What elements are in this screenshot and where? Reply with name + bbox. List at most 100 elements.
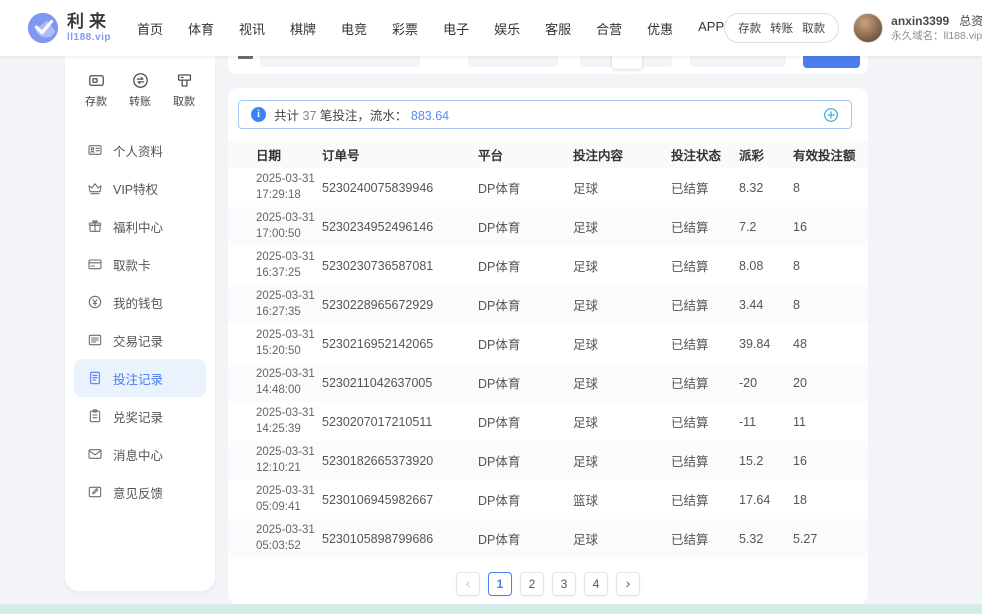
table-row: 2025-03-3105:09:415230106945982667DP体育篮球… — [228, 480, 868, 519]
cell-payout: 8.08 — [739, 259, 793, 273]
sidebar-item-6[interactable]: 投注记录 — [74, 359, 206, 397]
cell-content: 足球 — [573, 295, 671, 314]
col-header-6: 有效投注额 — [793, 145, 856, 164]
pagination-next-button[interactable]: › — [616, 572, 640, 596]
table-row: 2025-03-3114:25:395230207017210511DP体育足球… — [228, 402, 868, 441]
sidebar-item-8[interactable]: 消息中心 — [74, 435, 206, 473]
cell-payout: 17.64 — [739, 493, 793, 507]
table-row: 2025-03-3117:29:185230240075839946DP体育足球… — [228, 168, 868, 207]
nav-item-7[interactable]: 娱乐 — [494, 19, 520, 38]
wallet-pill-item-1[interactable]: 转账 — [770, 20, 793, 36]
sidebar-item-3[interactable]: 取款卡 — [74, 245, 206, 283]
pagination-prev-button[interactable]: ‹ — [456, 572, 480, 596]
sidebar-item-0[interactable]: 个人资料 — [74, 131, 206, 169]
quick-action-0[interactable]: 存款 — [85, 71, 107, 109]
cell-order: 5230216952142065 — [322, 337, 478, 351]
cell-status: 已结算 — [671, 451, 739, 470]
transactions-icon — [87, 332, 103, 348]
cell-platform: DP体育 — [478, 256, 573, 275]
cell-content: 足球 — [573, 256, 671, 275]
sidebar-item-label: 个人资料 — [113, 141, 163, 160]
sidebar-item-7[interactable]: 兑奖记录 — [74, 397, 206, 435]
cell-content: 篮球 — [573, 490, 671, 509]
cell-order: 5230207017210511 — [322, 415, 478, 429]
table-row: 2025-03-3112:10:215230182665373920DP体育足球… — [228, 441, 868, 480]
col-header-1: 订单号 — [322, 145, 478, 164]
sidebar-item-9[interactable]: 意见反馈 — [74, 473, 206, 511]
sidebar-item-5[interactable]: 交易记录 — [74, 321, 206, 359]
cell-valid: 5.27 — [793, 532, 856, 546]
pagination-page-3[interactable]: 3 — [552, 572, 576, 596]
cell-payout: 39.84 — [739, 337, 793, 351]
cell-order: 5230182665373920 — [322, 454, 478, 468]
cell-status: 已结算 — [671, 256, 739, 275]
cell-payout: 3.44 — [739, 298, 793, 312]
sidebar-item-4[interactable]: 我的钱包 — [74, 283, 206, 321]
cell-date: 2025-03-3117:29:18 — [256, 172, 322, 203]
nav-item-2[interactable]: 视讯 — [239, 19, 265, 38]
col-header-0: 日期 — [256, 145, 322, 164]
cell-order: 5230230736587081 — [322, 259, 478, 273]
quick-action-2[interactable]: 取款 — [173, 71, 195, 109]
cell-order: 5230240075839946 — [322, 181, 478, 195]
cell-order: 5230105898799686 — [322, 532, 478, 546]
logo-text: 利来 ll188.vip — [67, 13, 111, 43]
cell-content: 足球 — [573, 412, 671, 431]
col-header-4: 投注状态 — [671, 145, 739, 164]
cell-platform: DP体育 — [478, 529, 573, 548]
user-info: anxin3399总资产：1363.49元 永久域名：ll188.vip | l… — [891, 13, 982, 43]
table-row: 2025-03-3117:00:505230234952496146DP体育足球… — [228, 207, 868, 246]
message-icon — [87, 446, 103, 462]
quick-action-label: 取款 — [173, 93, 195, 109]
cell-valid: 18 — [793, 493, 856, 507]
wallet-pill-item-2[interactable]: 取款 — [802, 20, 825, 36]
cell-content: 足球 — [573, 217, 671, 236]
table-row: 2025-03-3105:03:525230105898799686DP体育足球… — [228, 519, 868, 558]
quick-action-1[interactable]: 转账 — [129, 71, 151, 109]
page: i 共计 37 笔投注，流水： 883.64 日期订单号平台投注内容投注状态派彩… — [0, 0, 982, 614]
sidebar-item-2[interactable]: 福利中心 — [74, 207, 206, 245]
user-line-1: anxin3399总资产：1363.49元 — [891, 13, 982, 29]
withdraw-icon — [175, 71, 194, 90]
nav-item-4[interactable]: 电竞 — [341, 19, 367, 38]
pagination-page-2[interactable]: 2 — [520, 572, 544, 596]
table-row: 2025-03-3115:20:505230216952142065DP体育足球… — [228, 324, 868, 363]
nav-item-10[interactable]: 优惠 — [647, 19, 673, 38]
sidebar-item-label: 交易记录 — [113, 331, 163, 350]
logo-icon — [26, 11, 60, 45]
logo-domain: ll188.vip — [67, 32, 111, 43]
sidebar-item-1[interactable]: VIP特权 — [74, 169, 206, 207]
nav-item-1[interactable]: 体育 — [188, 19, 214, 38]
table-row: 2025-03-3116:27:355230228965672929DP体育足球… — [228, 285, 868, 324]
pagination-page-4[interactable]: 4 — [584, 572, 608, 596]
wallet-pill-item-0[interactable]: 存款 — [738, 20, 761, 36]
id-card-icon — [87, 142, 103, 158]
logo[interactable]: 利来 ll188.vip — [26, 11, 111, 45]
summary-text: 共计 37 笔投注，流水： 883.64 — [274, 105, 449, 124]
nav-item-11[interactable]: APP — [698, 19, 724, 38]
cell-date: 2025-03-3117:00:50 — [256, 211, 322, 242]
cell-payout: 8.32 — [739, 181, 793, 195]
nav-item-5[interactable]: 彩票 — [392, 19, 418, 38]
user-line-2: 永久域名：ll188.vip | ll188.... — [891, 29, 982, 43]
cell-payout: -20 — [739, 376, 793, 390]
cell-platform: DP体育 — [478, 490, 573, 509]
cell-status: 已结算 — [671, 334, 739, 353]
avatar[interactable] — [853, 13, 883, 43]
col-header-5: 派彩 — [739, 145, 793, 164]
nav-item-3[interactable]: 棋牌 — [290, 19, 316, 38]
cell-content: 足球 — [573, 373, 671, 392]
nav-item-6[interactable]: 电子 — [443, 19, 469, 38]
cell-platform: DP体育 — [478, 178, 573, 197]
pagination-page-1[interactable]: 1 — [488, 572, 512, 596]
table-header: 日期订单号平台投注内容投注状态派彩有效投注额 — [228, 140, 868, 168]
nav-item-8[interactable]: 客服 — [545, 19, 571, 38]
cell-valid: 16 — [793, 454, 856, 468]
nav-item-0[interactable]: 首页 — [137, 19, 163, 38]
expand-icon[interactable] — [823, 107, 839, 123]
cell-order: 5230211042637005 — [322, 376, 478, 390]
cell-status: 已结算 — [671, 295, 739, 314]
cell-platform: DP体育 — [478, 295, 573, 314]
nav-item-9[interactable]: 合营 — [596, 19, 622, 38]
wallet-pill: 存款转账取款 — [724, 13, 839, 43]
